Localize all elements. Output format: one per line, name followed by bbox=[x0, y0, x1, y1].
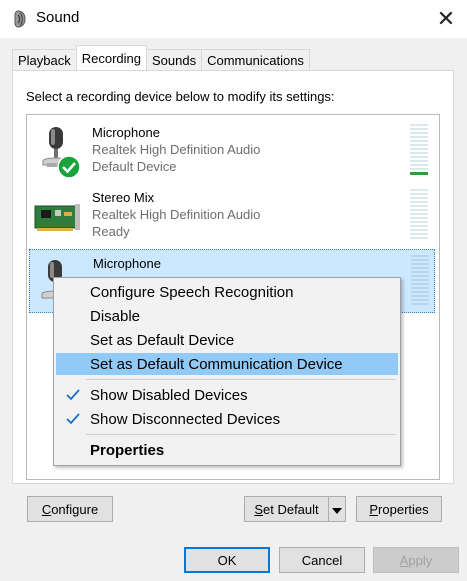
tab-sounds[interactable]: Sounds bbox=[146, 49, 203, 70]
menu-item-label: Set as Default Device bbox=[90, 331, 235, 349]
set-default-label: et Default bbox=[263, 501, 319, 517]
properties-button[interactable]: Properties bbox=[356, 496, 442, 522]
properties-label: roperties bbox=[378, 501, 429, 517]
checkmark-icon bbox=[65, 387, 81, 403]
menu-separator bbox=[86, 379, 396, 380]
checkmark-icon bbox=[65, 411, 81, 427]
configure-label: onfigure bbox=[51, 501, 99, 517]
menu-item-label: Disable bbox=[90, 307, 141, 325]
menu-item-set-default-communication-device[interactable]: Set as Default Communication Device bbox=[56, 353, 398, 375]
menu-separator bbox=[86, 434, 396, 435]
instruction-text: Select a recording device below to modif… bbox=[26, 89, 335, 104]
menu-item-disable[interactable]: Disable bbox=[56, 305, 398, 327]
tab-communications[interactable]: Communications bbox=[201, 49, 310, 70]
menu-item-show-disconnected-devices[interactable]: Show Disconnected Devices bbox=[56, 408, 398, 430]
tab-recording[interactable]: Recording bbox=[75, 45, 148, 70]
sound-card-icon bbox=[33, 190, 83, 244]
cancel-button[interactable]: Cancel bbox=[279, 547, 365, 573]
device-driver: Realtek High Definition Audio bbox=[92, 207, 261, 222]
device-driver: Realtek High Definition Audio bbox=[92, 142, 261, 157]
window-title: Sound bbox=[36, 9, 80, 26]
configure-mnemonic: C bbox=[41, 501, 52, 517]
menu-item-label: Configure Speech Recognition bbox=[90, 283, 294, 301]
menu-item-set-default-device[interactable]: Set as Default Device bbox=[56, 329, 398, 351]
properties-mnemonic: P bbox=[369, 501, 379, 517]
device-item-microphone-default[interactable]: Microphone Realtek High Definition Audio… bbox=[29, 119, 435, 181]
apply-label: pply bbox=[408, 552, 433, 568]
dropdown-arrow-icon bbox=[332, 502, 342, 517]
device-status: Ready bbox=[92, 224, 130, 239]
menu-item-label: Show Disconnected Devices bbox=[90, 410, 281, 428]
context-menu: Configure Speech Recognition Disable Set… bbox=[53, 277, 401, 466]
level-meter bbox=[410, 189, 428, 243]
tab-strip: Playback Recording Sounds Communications bbox=[12, 45, 310, 70]
device-status: Default Device bbox=[92, 159, 177, 174]
speaker-icon bbox=[11, 10, 27, 28]
level-meter bbox=[410, 124, 428, 178]
set-default-button[interactable]: Set Default bbox=[244, 496, 328, 522]
menu-item-label: Set as Default Communication Device bbox=[90, 355, 343, 373]
set-default-dropdown[interactable] bbox=[328, 496, 346, 522]
menu-item-label: Show Disabled Devices bbox=[90, 386, 248, 404]
tab-playback[interactable]: Playback bbox=[12, 49, 77, 70]
set-default-mnemonic: S bbox=[254, 501, 263, 517]
apply-button[interactable]: Apply bbox=[373, 547, 459, 573]
menu-item-show-disabled-devices[interactable]: Show Disabled Devices bbox=[56, 384, 398, 406]
ok-button[interactable]: OK bbox=[184, 547, 270, 573]
configure-button[interactable]: Configure bbox=[27, 496, 113, 522]
menu-item-configure-speech-recognition[interactable]: Configure Speech Recognition bbox=[56, 281, 398, 303]
apply-mnemonic: A bbox=[399, 552, 409, 568]
level-meter bbox=[411, 255, 429, 309]
device-name: Microphone bbox=[93, 256, 161, 271]
device-item-stereo-mix[interactable]: Stereo Mix Realtek High Definition Audio… bbox=[29, 184, 435, 246]
device-name: Microphone bbox=[92, 125, 160, 140]
menu-item-properties[interactable]: Properties bbox=[56, 439, 398, 461]
close-button[interactable]: ✕ bbox=[425, 0, 467, 38]
close-icon: ✕ bbox=[436, 6, 456, 31]
default-check-icon bbox=[57, 155, 81, 179]
device-name: Stereo Mix bbox=[92, 190, 155, 205]
menu-item-label: Properties bbox=[90, 441, 165, 459]
